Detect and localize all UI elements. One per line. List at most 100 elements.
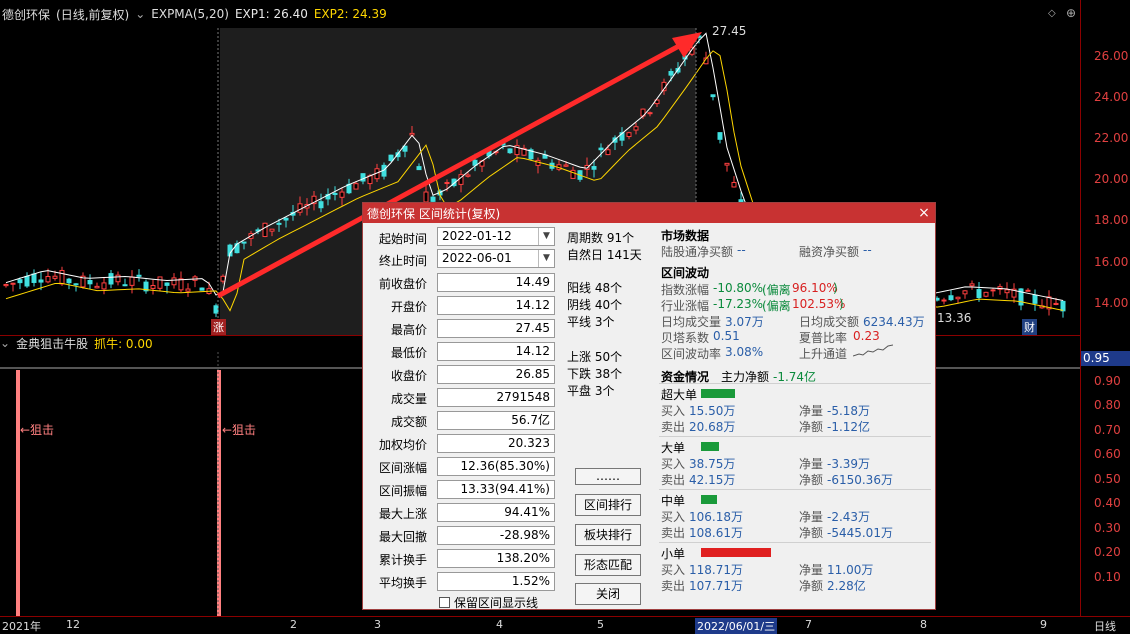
indicator-dropdown-icon[interactable]: ⌄ — [135, 7, 145, 21]
candle-body — [185, 288, 191, 292]
daily-vol-value: 3.07万 — [725, 315, 764, 329]
wavg-value: 20.323 — [437, 434, 555, 453]
candle-body — [591, 166, 597, 170]
amount-label: 成交额 — [390, 415, 427, 429]
candle-body — [87, 279, 93, 285]
hk-connect-label: 陆股通净买额 — [661, 245, 734, 259]
candle-body — [360, 173, 366, 182]
small-sell-value: 107.71万 — [689, 579, 743, 593]
candle-body — [59, 269, 65, 285]
y-tick: 20.00 — [1094, 172, 1129, 186]
sector-rank-button[interactable]: 板块排行 — [575, 524, 641, 546]
sub-dropdown-icon[interactable]: ⌄ — [0, 336, 10, 350]
signal-label-2: ←狙击 — [222, 423, 257, 437]
industry-dev-close: ) — [839, 297, 844, 311]
candle-body — [990, 289, 996, 292]
candle-body — [353, 183, 359, 190]
channel-label: 上升通道 — [799, 347, 848, 361]
range-rank-button[interactable]: 区间排行 — [575, 494, 641, 516]
peak-price-label: 27.45 — [712, 24, 747, 38]
end-date-select[interactable]: 2022-06-01 ▼ — [437, 249, 555, 268]
sub-chart-param: 抓牛: 0.00 — [94, 336, 153, 351]
candle-body — [976, 289, 982, 299]
down-count: 下跌 38个 — [567, 367, 623, 381]
large-netvol-value: -3.39万 — [827, 457, 871, 471]
super-sell-value: 20.68万 — [689, 420, 736, 434]
large-netamt-value: -6150.36万 — [827, 473, 893, 487]
keep-display-checkbox[interactable]: 保留区间显示线 — [439, 594, 538, 611]
low-price-label: 13.36 — [937, 311, 972, 325]
turnover-label: 累计换手 — [378, 553, 427, 567]
x-tick: 9 — [1040, 618, 1047, 631]
medium-sell-label: 卖出 — [661, 526, 686, 540]
indicator-name[interactable]: EXPMA(5,20) — [151, 7, 229, 21]
candle-body — [164, 282, 170, 286]
volrate-label: 区间波动率 — [661, 347, 722, 361]
low-label: 最低价 — [390, 346, 427, 360]
y-tick: 16.00 — [1094, 255, 1129, 269]
dialog-title-bar[interactable]: 德创环保 区间统计(复权) × — [363, 203, 935, 223]
max-up-value: 94.41% — [437, 503, 555, 522]
candle-body — [178, 278, 184, 291]
low-value: 14.12 — [437, 342, 555, 361]
pattern-match-button[interactable]: 形态匹配 — [575, 554, 641, 576]
super-buy-label: 买入 — [661, 404, 686, 418]
close-value: 26.85 — [437, 365, 555, 384]
flat-count: 平线 3个 — [567, 315, 615, 329]
candle-body — [101, 282, 107, 290]
candle-body — [73, 283, 79, 286]
candle-body — [24, 275, 30, 287]
up-count: 上涨 50个 — [567, 350, 623, 364]
candle-body — [948, 295, 954, 301]
chevron-down-icon[interactable]: ▼ — [538, 250, 554, 267]
yin-count: 阴线 40个 — [567, 298, 623, 312]
sub-y-tick: 0.50 — [1094, 472, 1121, 486]
checkbox-box[interactable] — [439, 597, 450, 608]
range-amp-value: 13.33(94.41%) — [437, 480, 555, 499]
close-label: 收盘价 — [390, 369, 427, 383]
large-buy-label: 买入 — [661, 457, 686, 471]
index-dev-value: 96.10% — [792, 281, 838, 295]
candle-body — [38, 279, 44, 283]
volrate-value: 3.08% — [725, 345, 764, 359]
max-dd-label: 最大回撤 — [378, 530, 427, 544]
volatility-title: 区间波动 — [661, 266, 710, 280]
chevron-down-icon[interactable]: ▼ — [538, 228, 554, 245]
start-date-select[interactable]: 2022-01-12 ▼ — [437, 227, 555, 246]
candle-body — [507, 148, 513, 154]
candle-body — [626, 132, 632, 138]
prev-close-value: 14.49 — [437, 273, 555, 292]
sub-y-tick: 0.90 — [1094, 374, 1121, 388]
sub-y-tick: 0.40 — [1094, 496, 1121, 510]
close-button[interactable]: 关闭 — [575, 583, 641, 605]
more-button[interactable]: …… — [575, 468, 641, 485]
daily-amt-label: 日均成交额 — [799, 315, 860, 329]
close-icon[interactable]: × — [913, 205, 935, 221]
y-tick: 24.00 — [1094, 90, 1129, 104]
open-value: 14.12 — [437, 296, 555, 315]
small-netamt-label: 净额 — [799, 579, 824, 593]
candle-body — [941, 299, 947, 302]
high-label: 最高价 — [390, 323, 427, 337]
super-order-title: 超大单 — [661, 388, 698, 402]
candle-body — [122, 284, 128, 287]
candle-body — [157, 276, 163, 289]
expand-icon[interactable]: ⊕ — [1066, 6, 1076, 20]
candle-body — [710, 94, 716, 98]
candle-body — [283, 217, 289, 221]
sub-y-tick: 0.20 — [1094, 545, 1121, 559]
x-tick: 8 — [920, 618, 927, 631]
sub-y-tick: 0.10 — [1094, 570, 1121, 584]
candle-body — [1004, 289, 1010, 294]
candle-body — [1032, 294, 1038, 304]
natural-days: 自然日 141天 — [567, 248, 642, 262]
settings-diamond-icon[interactable]: ◇ — [1048, 8, 1056, 19]
candle-body — [731, 181, 737, 188]
candle-body — [269, 228, 275, 232]
small-netvol-label: 净量 — [799, 563, 824, 577]
candle-body — [262, 222, 268, 238]
dialog-title: 德创环保 区间统计(复权) — [367, 206, 501, 221]
sub-chart-name[interactable]: 金典狙击牛股 — [16, 335, 88, 352]
sub-y-tick: 0.60 — [1094, 447, 1121, 461]
date-axis: 2021年 12 2 3 4 5 2022/06/01/三 7 8 9 日线 — [0, 616, 1130, 634]
